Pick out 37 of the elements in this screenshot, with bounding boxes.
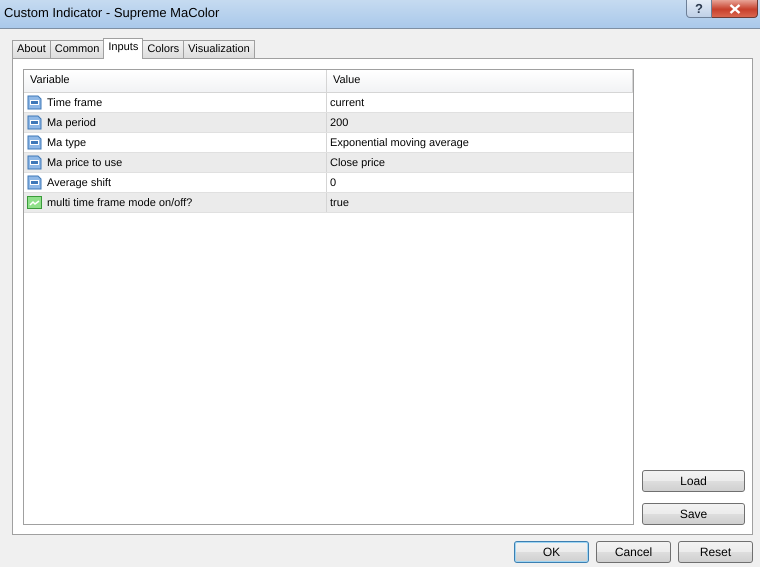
chart-icon: [27, 195, 42, 210]
variable-name: Ma price to use: [47, 156, 122, 168]
side-button[interactable]: Save: [642, 503, 745, 525]
tab[interactable]: Colors: [142, 40, 184, 58]
variable-name: Ma type: [47, 136, 86, 148]
variable-value: 0: [330, 176, 336, 188]
dialog-button[interactable]: Cancel: [596, 541, 671, 563]
variable-value: current: [330, 96, 364, 108]
variable-value: Close price: [330, 156, 386, 168]
variable-value: true: [330, 196, 349, 208]
tab[interactable]: About: [12, 40, 51, 58]
tab[interactable]: Common: [50, 40, 104, 58]
document-icon: [27, 155, 42, 170]
variable-name: Time frame: [47, 96, 102, 108]
variable-value: Exponential moving average: [330, 136, 469, 148]
document-icon: [27, 135, 42, 150]
help-button[interactable]: ?: [686, 0, 712, 18]
table-row[interactable]: Ma period 200: [24, 113, 633, 133]
column-header[interactable]: Value: [327, 70, 633, 92]
document-icon: [27, 95, 42, 110]
dialog-button[interactable]: Reset: [678, 541, 753, 563]
column-header[interactable]: Variable: [24, 70, 327, 92]
variable-value: 200: [330, 116, 348, 128]
document-icon: [27, 175, 42, 190]
tab[interactable]: Visualization: [183, 40, 255, 58]
tab[interactable]: Inputs: [103, 38, 144, 59]
variable-name: multi time frame mode on/off?: [47, 196, 192, 208]
variable-name: Average shift: [47, 176, 112, 188]
side-button[interactable]: Load: [642, 470, 745, 492]
dialog-button[interactable]: OK: [514, 541, 589, 563]
variable-name: Ma period: [47, 116, 96, 128]
close-icon: [728, 4, 740, 14]
table-row[interactable]: Ma price to use Close price: [24, 153, 633, 173]
table-row[interactable]: multi time frame mode on/off? true: [24, 193, 633, 213]
window-title: Custom Indicator - Supreme MaColor: [3, 4, 220, 20]
close-button[interactable]: [712, 0, 758, 18]
document-icon: [27, 115, 42, 130]
